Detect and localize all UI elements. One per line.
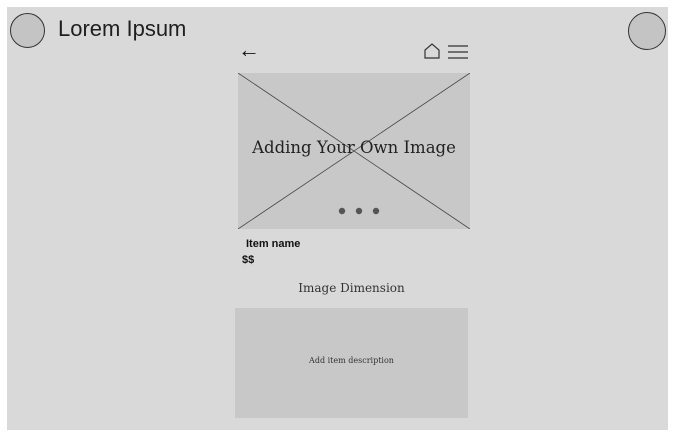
item-name: Item name bbox=[246, 238, 301, 250]
home-icon[interactable] bbox=[423, 42, 441, 60]
item-description-placeholder: Add item description bbox=[309, 356, 394, 365]
image-placeholder[interactable]: Adding Your Own Image bbox=[238, 73, 470, 229]
item-description-field[interactable]: Add item description bbox=[235, 308, 468, 418]
back-arrow-icon[interactable]: ← bbox=[238, 38, 260, 62]
brand-title: Lorem Ipsum bbox=[58, 16, 187, 41]
image-dimension-label: Image Dimension bbox=[298, 281, 405, 295]
image-placeholder-title: Adding Your Own Image bbox=[252, 138, 456, 157]
item-price: $$ bbox=[242, 254, 255, 266]
carousel-dot bbox=[372, 207, 380, 215]
hamburger-menu-icon[interactable] bbox=[447, 44, 469, 60]
carousel-dots[interactable] bbox=[338, 205, 382, 217]
avatar[interactable] bbox=[10, 13, 45, 48]
carousel-dot bbox=[338, 207, 346, 215]
carousel-dot bbox=[355, 207, 363, 215]
profile-avatar[interactable] bbox=[628, 12, 666, 50]
